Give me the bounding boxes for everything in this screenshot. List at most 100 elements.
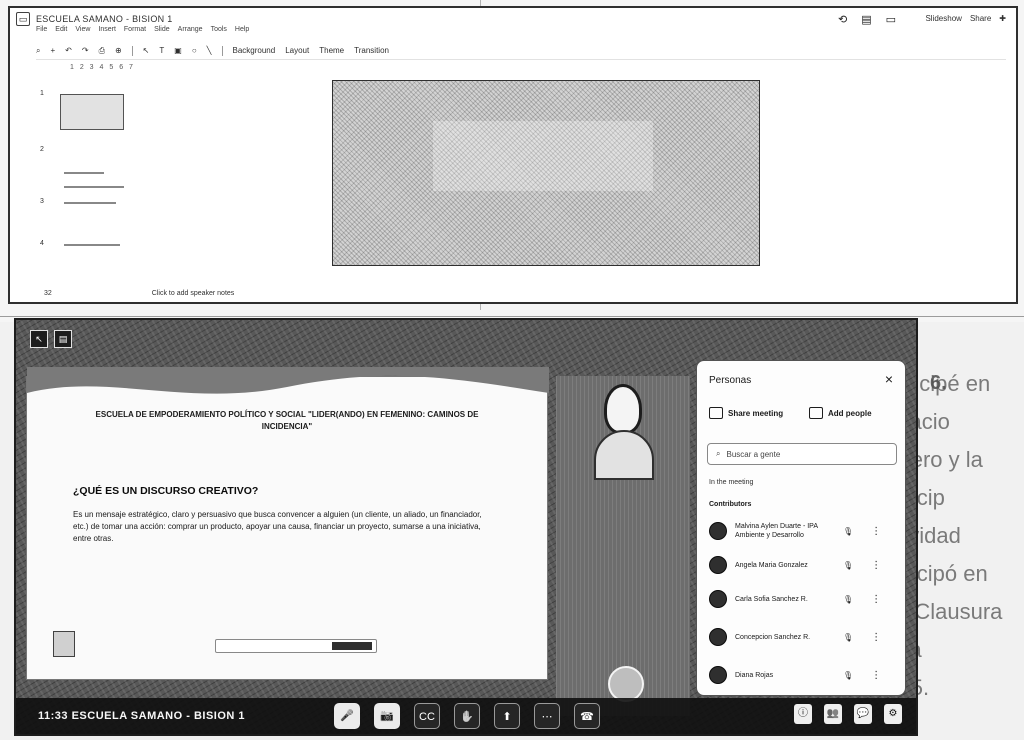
add-person-icon xyxy=(809,407,823,419)
participant-avatar xyxy=(709,556,727,574)
thumb-number: 1 xyxy=(40,90,44,97)
editor-statusbar: 32 Click to add speaker notes xyxy=(10,284,1016,302)
share-meeting-button[interactable]: Share meeting xyxy=(709,403,783,423)
menu-format[interactable]: Format xyxy=(124,26,146,33)
print-icon[interactable]: ⎙ xyxy=(99,46,105,56)
toolbar-layout[interactable]: Layout xyxy=(285,46,309,55)
present-icon[interactable]: ▭ xyxy=(886,13,896,26)
menu-file[interactable]: File xyxy=(36,26,47,33)
redo-icon[interactable]: ↷ xyxy=(82,46,89,55)
menu-tools[interactable]: Tools xyxy=(211,26,227,33)
document-title[interactable]: ESCUELA SAMANO - BISION 1 xyxy=(36,14,173,24)
slide-title-area[interactable] xyxy=(433,121,653,191)
thumb-number: 2 xyxy=(40,146,44,153)
history-icon[interactable]: ⟲ xyxy=(838,13,847,26)
people-panel-title: Personas xyxy=(709,375,752,386)
mic-icon: 🎙 xyxy=(843,670,854,680)
meeting-controls: 🎤 📷 CC ✋ ⬆ ⋯ ☎ xyxy=(334,703,600,729)
camera-button[interactable]: 📷 xyxy=(374,703,400,729)
editor-right-actions: Slideshow Share ✚ xyxy=(925,14,1006,23)
more-options-icon[interactable]: ⋮ xyxy=(871,632,881,643)
editor-ruler: 1 2 3 4 5 6 7 xyxy=(70,64,135,71)
mic-icon: 🎙 xyxy=(843,594,854,604)
undo-icon[interactable]: ↶ xyxy=(65,46,72,55)
participant-name: Carla Sofia Sanchez R. xyxy=(735,595,808,603)
menu-help[interactable]: Help xyxy=(235,26,249,33)
menu-insert[interactable]: Insert xyxy=(98,26,116,33)
editor-right-icons: ⟲ ▤ ▭ xyxy=(838,13,896,26)
menu-arrange[interactable]: Arrange xyxy=(178,26,203,33)
slide-canvas[interactable] xyxy=(332,80,760,266)
close-icon[interactable]: × xyxy=(885,371,893,387)
slides-editor-window: ▭ ESCUELA SAMANO - BISION 1 File Edit Vi… xyxy=(8,6,1018,304)
menu-edit[interactable]: Edit xyxy=(55,26,67,33)
more-options-icon[interactable]: ⋮ xyxy=(871,670,881,681)
participant-face xyxy=(604,384,642,434)
add-people-label: Add people xyxy=(828,408,872,418)
thumbnail-text-line xyxy=(64,172,104,174)
more-options-icon[interactable]: ⋮ xyxy=(871,594,881,605)
slide-wave-decoration xyxy=(27,367,549,394)
people-icon[interactable]: 👥 xyxy=(824,704,842,724)
microphone-button[interactable]: 🎤 xyxy=(334,703,360,729)
textbox-icon[interactable]: T xyxy=(159,46,164,55)
search-icon: ⌕ xyxy=(716,449,721,458)
participant-avatar xyxy=(709,666,727,684)
participant-row[interactable]: Angela Maria Gonzalez 🎙 ⋮ xyxy=(709,551,895,579)
captions-button[interactable]: CC xyxy=(414,703,440,729)
line-icon[interactable]: ╲ xyxy=(207,46,212,55)
more-options-icon[interactable]: ⋮ xyxy=(871,560,881,571)
comments-icon[interactable]: ▤ xyxy=(861,13,871,26)
slide-count: 32 xyxy=(44,289,52,297)
select-icon[interactable]: ↖ xyxy=(143,46,150,55)
more-options-icon[interactable]: ⋮ xyxy=(871,526,881,537)
participant-row[interactable]: Carla Sofia Sanchez R. 🎙 ⋮ xyxy=(709,585,895,613)
more-options-button[interactable]: ⋯ xyxy=(534,703,560,729)
slide-thumbnail[interactable] xyxy=(60,94,124,130)
thumbnail-text-line xyxy=(64,186,124,188)
add-people-button[interactable]: Add people xyxy=(809,403,872,423)
participant-name: Diana Rojas xyxy=(735,671,774,679)
participant-row[interactable]: Concepcion Sanchez R. 🎙 ⋮ xyxy=(709,623,895,651)
pointer-icon[interactable]: ↖ xyxy=(30,330,48,348)
participant-name: Angela Maria Gonzalez xyxy=(735,561,808,569)
new-slide-icon[interactable]: + xyxy=(50,46,55,55)
shared-screen-slide: ESCUELA DE EMPODERAMIENTO POLÍTICO Y SOC… xyxy=(26,367,549,680)
speaker-notes[interactable]: Click to add speaker notes xyxy=(152,290,235,297)
video-meeting-window: ↖ ▤ ESCUELA DE EMPODERAMIENTO POLÍTICO Y… xyxy=(14,318,918,736)
participant-avatar xyxy=(709,522,727,540)
people-search-input[interactable]: ⌕ Buscar a gente xyxy=(707,443,897,465)
search-placeholder: Buscar a gente xyxy=(726,449,781,459)
mic-icon: 🎙 xyxy=(843,632,854,642)
mic-icon: 🎙 xyxy=(843,526,854,536)
menu-slide[interactable]: Slide xyxy=(154,26,170,33)
raise-hand-button[interactable]: ✋ xyxy=(454,703,480,729)
info-icon[interactable]: ⓘ xyxy=(794,704,812,724)
activities-icon[interactable]: ⚙ xyxy=(884,704,902,724)
image-icon[interactable]: ▣ xyxy=(174,46,182,55)
leave-call-button[interactable]: ☎ xyxy=(574,703,600,729)
share-meeting-label: Share meeting xyxy=(728,408,784,418)
people-panel: Personas × Share meeting Add people ⌕ Bu… xyxy=(696,360,906,696)
add-icon[interactable]: ✚ xyxy=(999,14,1006,23)
thumbnail-text-line xyxy=(64,202,116,204)
slideshow-button[interactable]: Slideshow xyxy=(925,14,961,23)
share-button[interactable]: Share xyxy=(970,14,991,23)
institution-logo xyxy=(53,631,75,657)
thumb-number: 3 xyxy=(40,198,44,205)
layout-icon[interactable]: ▤ xyxy=(54,330,72,348)
toolbar-background[interactable]: Background xyxy=(233,46,276,55)
stop-sharing-button[interactable] xyxy=(332,642,372,650)
shape-icon[interactable]: ○ xyxy=(192,46,197,55)
toolbar-theme[interactable]: Theme xyxy=(319,46,344,55)
chat-icon[interactable]: 💬 xyxy=(854,704,872,724)
participant-video-tile[interactable] xyxy=(556,376,690,716)
toolbar-transition[interactable]: Transition xyxy=(354,46,389,55)
zoom-icon[interactable]: ⊕ xyxy=(115,46,122,55)
participant-row[interactable]: Malvina Aylen Duarte - IPA Ambiente y De… xyxy=(709,517,895,545)
mic-icon: 🎙 xyxy=(843,560,854,570)
participant-row[interactable]: Diana Rojas 🎙 ⋮ xyxy=(709,661,895,689)
present-button[interactable]: ⬆ xyxy=(494,703,520,729)
menu-view[interactable]: View xyxy=(75,26,90,33)
search-icon[interactable]: ⌕ xyxy=(36,46,40,56)
